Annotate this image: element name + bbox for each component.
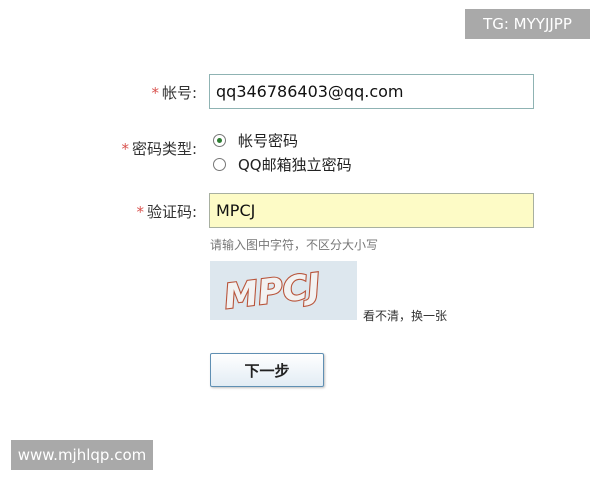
- account-input[interactable]: [209, 74, 534, 109]
- captcha-hint: 请输入图中字符，不区分大小写: [210, 238, 379, 252]
- site-watermark: www.mjhlqp.com: [11, 440, 153, 470]
- required-mark: *: [121, 140, 129, 158]
- captcha-input[interactable]: [209, 193, 534, 228]
- radio-account-password[interactable]: 帐号密码: [213, 130, 298, 151]
- refresh-captcha-link[interactable]: 看不清，换一张: [363, 307, 447, 324]
- captcha-label: * 验证码:: [37, 201, 197, 222]
- account-label: * 帐号:: [37, 82, 197, 103]
- radio-unchecked-icon[interactable]: [213, 158, 226, 171]
- next-step-button[interactable]: 下一步: [210, 353, 324, 387]
- radio-label: QQ邮箱独立密码: [238, 156, 352, 174]
- radio-label: 帐号密码: [238, 132, 299, 150]
- captcha-label-text: 验证码:: [146, 203, 197, 221]
- required-mark: *: [151, 84, 159, 102]
- radio-qq-mail-password[interactable]: QQ邮箱独立密码: [213, 154, 352, 175]
- captcha-image[interactable]: MPCJ: [210, 261, 357, 320]
- radio-checked-icon[interactable]: [213, 134, 226, 147]
- account-label-text: 帐号:: [161, 84, 197, 102]
- required-mark: *: [136, 203, 144, 221]
- password-type-label: * 密码类型:: [37, 138, 197, 159]
- captcha-image-graphic: MPCJ: [210, 261, 357, 320]
- password-type-label-text: 密码类型:: [131, 140, 197, 158]
- watermark-badge: TG: MYYJJPP: [465, 9, 590, 39]
